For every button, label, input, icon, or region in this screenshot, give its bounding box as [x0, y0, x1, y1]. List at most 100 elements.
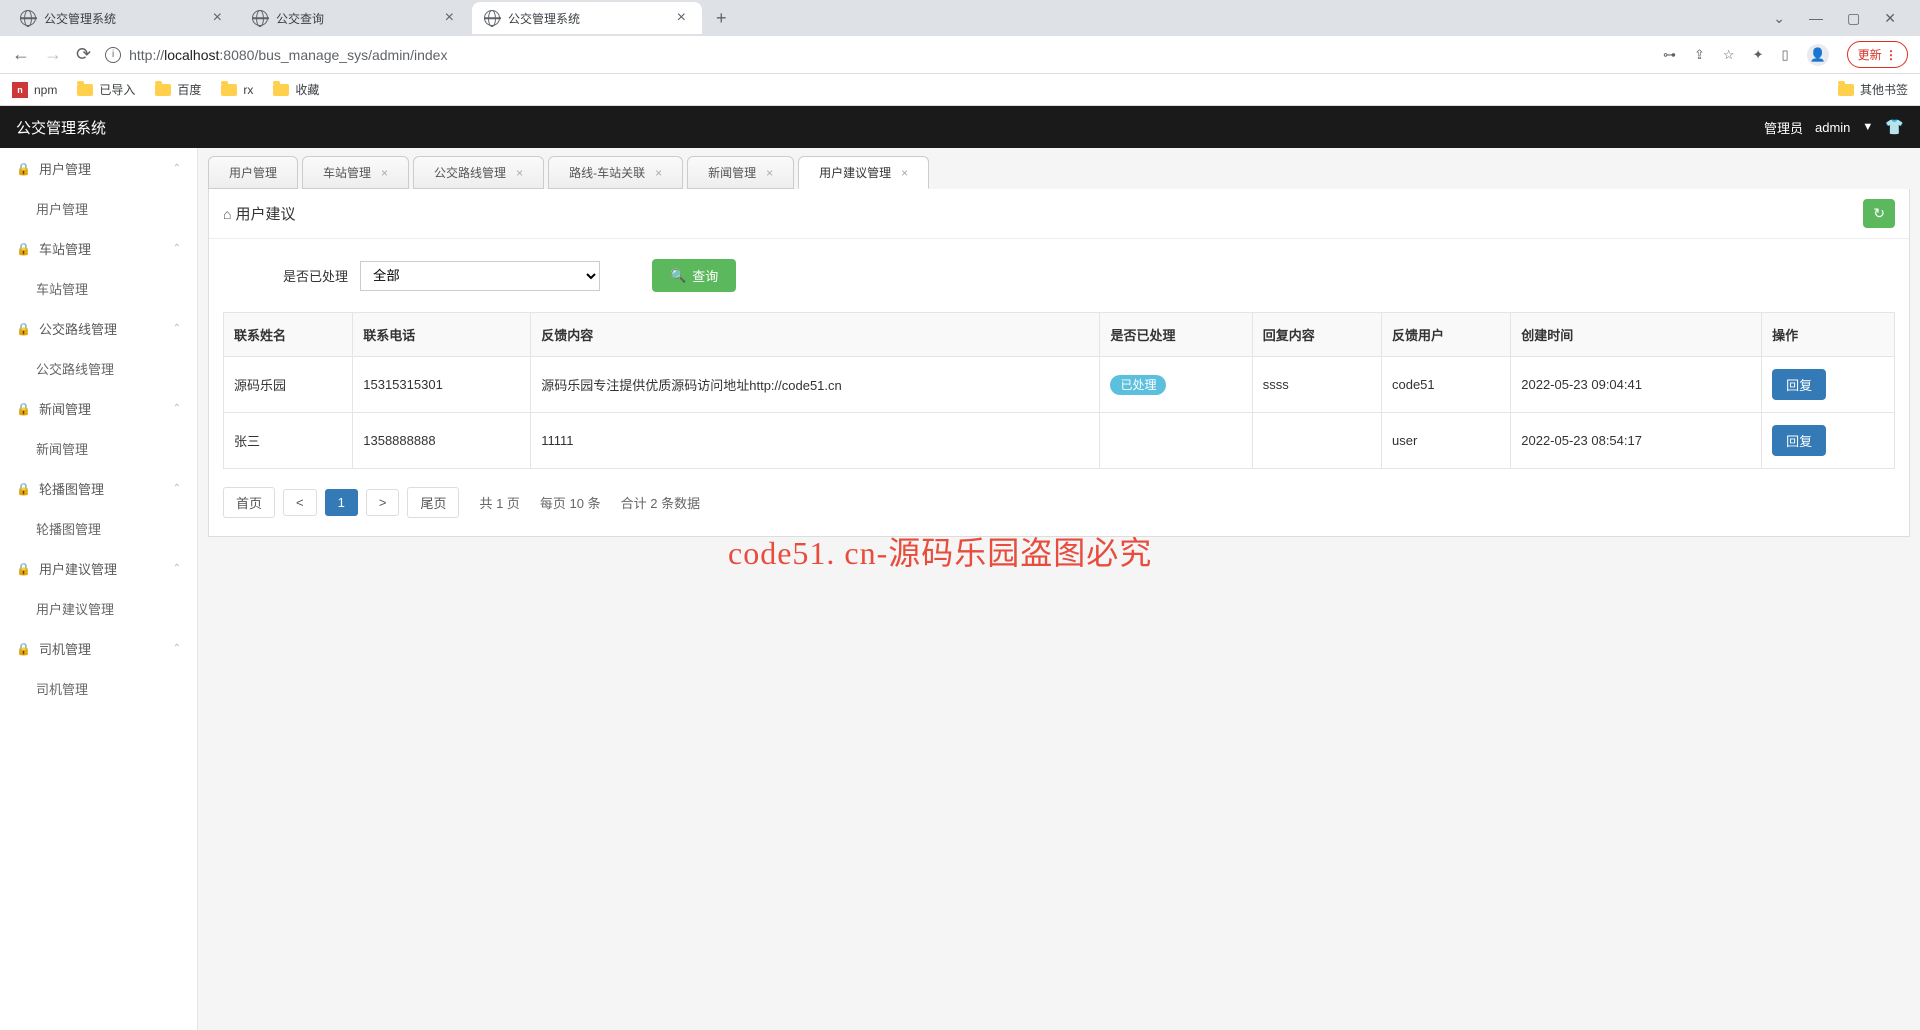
breadcrumb-text: 用户建议 [235, 203, 295, 224]
status-badge: 已处理 [1110, 375, 1166, 395]
maximize-icon[interactable]: ▢ [1847, 10, 1860, 27]
bookmark-npm[interactable]: nnpm [12, 82, 57, 98]
sidebar-parent[interactable]: 🔒新闻管理⌃ [0, 388, 197, 429]
page-current[interactable]: 1 [325, 489, 358, 516]
sidebar-child[interactable]: 公交路线管理 [0, 349, 197, 388]
chevron-icon: ⌃ [173, 163, 181, 174]
data-table: 联系姓名联系电话反馈内容是否已处理回复内容反馈用户创建时间操作 源码乐园1531… [223, 312, 1895, 469]
sidebar-child[interactable]: 轮播图管理 [0, 509, 197, 548]
tab-strip: 公交管理系统 × 公交查询 × 公交管理系统 × + ⌄ — ▢ ✕ [0, 0, 1920, 36]
tab-label: 车站管理 [323, 164, 371, 181]
avatar-icon[interactable]: 👤 [1807, 44, 1829, 66]
sidebar-child[interactable]: 新闻管理 [0, 429, 197, 468]
page-info: 合计 2 条数据 [621, 493, 700, 512]
cell-phone: 1358888888 [353, 413, 531, 469]
close-icon[interactable]: × [209, 9, 226, 27]
refresh-button[interactable]: ↻ [1863, 199, 1895, 228]
bookmark-item[interactable]: 收藏 [273, 81, 319, 98]
new-tab-button[interactable]: + [704, 8, 739, 29]
sidebar-parent[interactable]: 🔒司机管理⌃ [0, 628, 197, 669]
sidebar-parent[interactable]: 🔒公交路线管理⌃ [0, 308, 197, 349]
star-icon[interactable]: ☆ [1723, 47, 1735, 63]
inner-tab[interactable]: 用户建议管理× [798, 156, 929, 189]
close-icon[interactable]: × [441, 9, 458, 27]
cell-reply: ssss [1252, 357, 1381, 413]
page-next[interactable]: > [366, 489, 400, 516]
home-icon[interactable]: ⌂ [223, 206, 231, 222]
table-header: 是否已处理 [1100, 313, 1252, 357]
query-button[interactable]: 🔍 查询 [652, 259, 736, 292]
browser-tab-active[interactable]: 公交管理系统 × [472, 2, 702, 34]
reload-icon[interactable]: ⟳ [76, 44, 91, 65]
cell-action: 回复 [1762, 413, 1895, 469]
reply-button[interactable]: 回复 [1772, 369, 1826, 400]
sidebar-parent[interactable]: 🔒用户管理⌃ [0, 148, 197, 189]
bookmark-item[interactable]: 百度 [155, 81, 201, 98]
sidebar-label: 用户建议管理 [39, 559, 117, 578]
inner-tab[interactable]: 公交路线管理× [413, 156, 544, 189]
close-icon[interactable]: × [655, 166, 662, 180]
reply-button[interactable]: 回复 [1772, 425, 1826, 456]
close-icon[interactable]: × [673, 9, 690, 27]
filter-row: 是否已处理 全部 🔍 查询 [209, 239, 1909, 312]
table-header: 操作 [1762, 313, 1895, 357]
toolbar-right: ⊶ ⇪ ☆ ✦ ▯ 👤 更新 ⋮ [1663, 41, 1908, 68]
inner-tab[interactable]: 车站管理 × [302, 156, 409, 189]
filter-select[interactable]: 全部 [360, 261, 600, 291]
sidebar-child[interactable]: 用户管理 [0, 189, 197, 228]
table-row: 张三135888888811111user2022-05-23 08:54:17… [224, 413, 1895, 469]
sidebar-parent[interactable]: 🔒用户建议管理⌃ [0, 548, 197, 589]
sidebar-child[interactable]: 车站管理 [0, 269, 197, 308]
inner-tab[interactable]: 用户管理 [208, 156, 298, 189]
share-icon[interactable]: ⇪ [1694, 47, 1705, 63]
cell-processed [1100, 413, 1252, 469]
role-label: 管理员 [1764, 118, 1803, 137]
inner-tab[interactable]: 新闻管理× [687, 156, 794, 189]
info-icon[interactable]: i [105, 47, 121, 63]
close-icon[interactable]: × [516, 166, 523, 180]
url-box[interactable]: i http://localhost:8080/bus_manage_sys/a… [105, 47, 1649, 63]
page-last[interactable]: 尾页 [407, 487, 459, 518]
chevron-icon: ⌃ [173, 243, 181, 254]
bookmark-item[interactable]: 已导入 [77, 81, 135, 98]
cell-reply [1252, 413, 1381, 469]
forward-icon[interactable]: → [44, 44, 62, 65]
app-body: 🔒用户管理⌃用户管理🔒车站管理⌃车站管理🔒公交路线管理⌃公交路线管理🔒新闻管理⌃… [0, 148, 1920, 1030]
browser-tab[interactable]: 公交查询 × [240, 2, 470, 34]
browser-tab[interactable]: 公交管理系统 × [8, 2, 238, 34]
close-icon[interactable]: × [766, 166, 773, 180]
minimize-icon[interactable]: — [1809, 10, 1823, 27]
key-icon[interactable]: ⊶ [1663, 47, 1676, 63]
bookmark-item[interactable]: rx [221, 83, 253, 97]
globe-icon [252, 10, 268, 26]
update-button[interactable]: 更新 ⋮ [1847, 41, 1908, 68]
sidebar-parent[interactable]: 🔒车站管理⌃ [0, 228, 197, 269]
sidebar-child[interactable]: 司机管理 [0, 669, 197, 708]
chevron-icon: ⌃ [173, 403, 181, 414]
table-header: 联系姓名 [224, 313, 353, 357]
table-header: 联系电话 [353, 313, 531, 357]
back-icon[interactable]: ← [12, 44, 30, 65]
close-icon[interactable]: × [381, 166, 388, 180]
app-header: 公交管理系统 管理员 admin ▼ 👕 [0, 106, 1920, 148]
theme-icon[interactable]: 👕 [1885, 118, 1904, 136]
reading-list-icon[interactable]: ▯ [1781, 47, 1788, 63]
sidebar-child[interactable]: 用户建议管理 [0, 589, 197, 628]
table-header: 反馈内容 [531, 313, 1100, 357]
chevron-icon: ⌃ [173, 643, 181, 654]
inner-tab[interactable]: 路线-车站关联× [548, 156, 683, 189]
sidebar-label: 公交路线管理 [39, 319, 117, 338]
lock-icon: 🔒 [16, 482, 31, 496]
page-prev[interactable]: < [283, 489, 317, 516]
other-bookmarks[interactable]: 其他书签 [1838, 81, 1908, 98]
sidebar-parent[interactable]: 🔒轮播图管理⌃ [0, 468, 197, 509]
cell-name: 张三 [224, 413, 353, 469]
extensions-icon[interactable]: ✦ [1753, 47, 1764, 63]
user-menu[interactable]: 管理员 admin ▼ 👕 [1764, 118, 1904, 137]
chevron-icon: ⌃ [173, 483, 181, 494]
close-icon[interactable]: × [901, 166, 908, 180]
close-window-icon[interactable]: ✕ [1884, 10, 1896, 27]
chevron-down-icon[interactable]: ⌄ [1773, 10, 1785, 27]
cell-action: 回复 [1762, 357, 1895, 413]
page-first[interactable]: 首页 [223, 487, 275, 518]
